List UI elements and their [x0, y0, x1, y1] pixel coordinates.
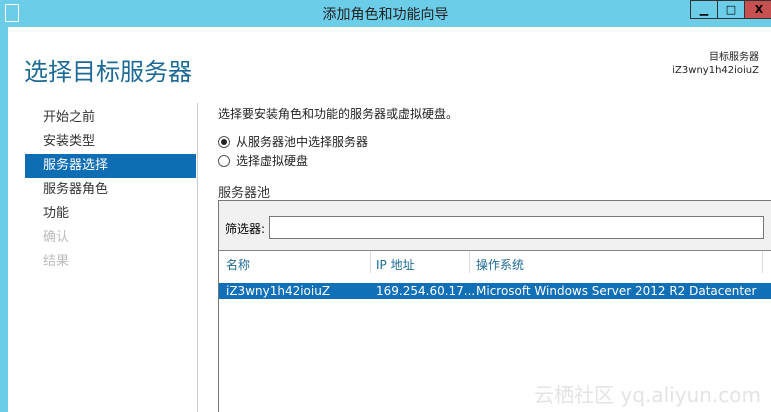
- nav-results: 结果: [43, 254, 70, 269]
- destination-name: iZ3wny1h42ioiuZ: [672, 65, 759, 76]
- nav-before-you-begin[interactable]: 开始之前: [25, 106, 196, 130]
- cell-name: iZ3wny1h42ioiuZ: [226, 284, 331, 298]
- filter-label: 筛选器:: [225, 222, 266, 236]
- filter-input[interactable]: [269, 216, 764, 239]
- cell-ip: 169.254.60.17...: [376, 284, 476, 298]
- nav-server-selection[interactable]: 服务器选择: [25, 154, 196, 178]
- radio-checked-icon[interactable]: [218, 135, 230, 148]
- close-button[interactable]: X: [744, 0, 771, 19]
- nav-installation-type[interactable]: 安装类型: [25, 130, 196, 154]
- filter-bar: 筛选器:: [219, 201, 771, 251]
- nav-confirmation: 确认: [43, 230, 70, 245]
- column-os[interactable]: 操作系统: [476, 256, 524, 273]
- title-bar: 添加角色和功能向导 ▁ □ X: [0, 0, 771, 27]
- watermark: 云栖社区 yq.aliyun.com: [534, 383, 761, 407]
- column-name[interactable]: 名称: [226, 256, 250, 273]
- table-header: 名称 IP 地址 操作系统: [219, 251, 771, 275]
- nav-features[interactable]: 功能: [25, 202, 196, 226]
- page-title: 选择目标服务器: [24, 58, 192, 86]
- radio-unchecked-icon[interactable]: [218, 154, 230, 167]
- minimize-button[interactable]: ▁: [690, 0, 718, 19]
- column-separator[interactable]: [370, 251, 371, 273]
- destination-label: 目标服务器: [709, 52, 759, 63]
- pool-title: 服务器池: [218, 186, 271, 201]
- window-title: 添加角色和功能向导: [322, 7, 449, 23]
- column-ip[interactable]: IP 地址: [376, 256, 415, 273]
- divider: [197, 103, 198, 412]
- radio-vhd[interactable]: 选择虚拟硬盘: [218, 151, 458, 170]
- column-separator[interactable]: [762, 251, 763, 273]
- maximize-button[interactable]: □: [717, 0, 745, 19]
- wizard-body: 选择目标服务器 目标服务器 iZ3wny1h42ioiuZ 开始之前 安装类型 …: [8, 27, 771, 412]
- column-separator[interactable]: [469, 251, 470, 273]
- description: 选择要安装角色和功能的服务器或虚拟硬盘。: [218, 107, 459, 121]
- wizard-nav: 开始之前 安装类型 服务器选择 服务器角色 功能 确认 结果: [25, 106, 196, 274]
- destination-server: 目标服务器 iZ3wny1h42ioiuZ: [672, 51, 759, 77]
- radio-label: 从服务器池中选择服务器: [236, 135, 369, 149]
- table-row[interactable]: iZ3wny1h42ioiuZ 169.254.60.17... Microso…: [219, 283, 771, 299]
- server-pool: 筛选器: 名称 IP 地址 操作系统 iZ3wny1h42ioiuZ 169.2…: [218, 200, 771, 412]
- radio-label: 选择虚拟硬盘: [236, 154, 309, 168]
- main-content: 选择要安装角色和功能的服务器或虚拟硬盘。 从服务器池中选择服务器 选择虚拟硬盘: [218, 105, 458, 170]
- nav-server-roles[interactable]: 服务器角色: [25, 178, 196, 202]
- radio-server-pool[interactable]: 从服务器池中选择服务器: [218, 132, 458, 151]
- cell-os: Microsoft Windows Server 2012 R2 Datacen…: [476, 284, 757, 298]
